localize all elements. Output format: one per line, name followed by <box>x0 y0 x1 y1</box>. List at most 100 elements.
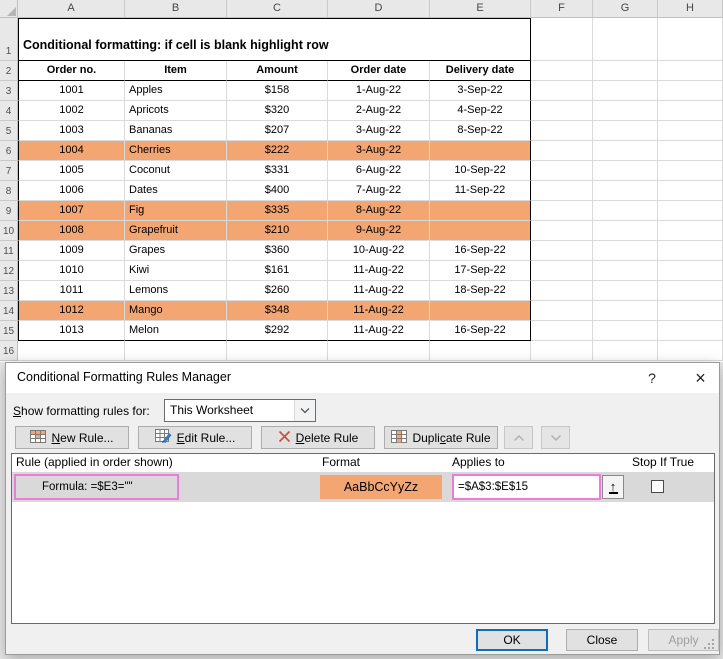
cell[interactable] <box>531 61 593 81</box>
table-cell[interactable]: 1003 <box>18 121 125 141</box>
cell[interactable] <box>593 81 658 101</box>
cell[interactable] <box>658 141 723 161</box>
column-header[interactable]: H <box>658 0 723 18</box>
table-cell[interactable]: 1006 <box>18 181 125 201</box>
column-header[interactable]: C <box>227 0 328 18</box>
table-cell[interactable]: 1005 <box>18 161 125 181</box>
table-cell[interactable]: $161 <box>227 261 328 281</box>
table-cell[interactable]: $158 <box>227 81 328 101</box>
table-cell[interactable]: Grapefruit <box>125 221 227 241</box>
table-cell[interactable]: $331 <box>227 161 328 181</box>
table-cell[interactable]: Fig <box>125 201 227 221</box>
table-cell[interactable] <box>430 301 531 321</box>
cell[interactable] <box>658 341 723 361</box>
new-rule-button[interactable]: New Rule... <box>15 426 129 449</box>
cell[interactable] <box>658 61 723 81</box>
cell[interactable] <box>593 181 658 201</box>
table-cell[interactable] <box>430 201 531 221</box>
chevron-down-icon[interactable] <box>294 400 315 421</box>
cell[interactable] <box>593 121 658 141</box>
table-header-cell[interactable]: Delivery date <box>430 61 531 81</box>
cell[interactable] <box>593 101 658 121</box>
cell[interactable] <box>593 301 658 321</box>
table-cell[interactable]: $222 <box>227 141 328 161</box>
cell[interactable] <box>593 161 658 181</box>
table-cell[interactable]: Dates <box>125 181 227 201</box>
close-button[interactable]: × <box>682 363 719 392</box>
table-cell[interactable]: 7-Aug-22 <box>328 181 430 201</box>
table-cell[interactable]: 1009 <box>18 241 125 261</box>
column-header[interactable]: E <box>430 0 531 18</box>
table-cell[interactable]: $260 <box>227 281 328 301</box>
column-header[interactable]: G <box>593 0 658 18</box>
column-header[interactable]: F <box>531 0 593 18</box>
cell[interactable] <box>531 18 593 61</box>
cell[interactable] <box>531 341 593 361</box>
table-cell[interactable]: 1010 <box>18 261 125 281</box>
edit-rule-button[interactable]: Edit Rule... <box>138 426 252 449</box>
cell[interactable] <box>593 201 658 221</box>
table-cell[interactable]: 16-Sep-22 <box>430 241 531 261</box>
row-header[interactable]: 10 <box>0 221 18 241</box>
row-header[interactable]: 9 <box>0 201 18 221</box>
table-cell[interactable]: 11-Sep-22 <box>430 181 531 201</box>
table-cell[interactable]: 10-Aug-22 <box>328 241 430 261</box>
cell[interactable] <box>593 321 658 341</box>
cell[interactable] <box>658 241 723 261</box>
ok-button[interactable]: OK <box>476 629 548 651</box>
table-cell[interactable]: 1-Aug-22 <box>328 81 430 101</box>
row-header[interactable]: 16 <box>0 341 18 361</box>
table-cell[interactable]: Mango <box>125 301 227 321</box>
table-cell[interactable]: 11-Aug-22 <box>328 261 430 281</box>
table-cell[interactable]: 1013 <box>18 321 125 341</box>
table-cell[interactable]: 6-Aug-22 <box>328 161 430 181</box>
table-header-cell[interactable]: Item <box>125 61 227 81</box>
row-header[interactable]: 6 <box>0 141 18 161</box>
cell[interactable] <box>531 301 593 321</box>
table-cell[interactable]: 8-Sep-22 <box>430 121 531 141</box>
cell[interactable] <box>658 261 723 281</box>
cell[interactable] <box>430 341 531 361</box>
table-cell[interactable]: 1001 <box>18 81 125 101</box>
row-header[interactable]: 1 <box>0 18 18 61</box>
table-cell[interactable]: $335 <box>227 201 328 221</box>
cell[interactable] <box>658 81 723 101</box>
table-cell[interactable]: Melon <box>125 321 227 341</box>
cell[interactable] <box>531 321 593 341</box>
table-cell[interactable]: 1008 <box>18 221 125 241</box>
delete-rule-button[interactable]: Delete Rule <box>261 426 375 449</box>
table-cell[interactable]: 1007 <box>18 201 125 221</box>
table-cell[interactable]: 16-Sep-22 <box>430 321 531 341</box>
column-header[interactable]: B <box>125 0 227 18</box>
table-cell[interactable]: 3-Aug-22 <box>328 141 430 161</box>
cell[interactable] <box>531 161 593 181</box>
cell[interactable] <box>593 281 658 301</box>
row-header[interactable]: 2 <box>0 61 18 81</box>
cell[interactable] <box>531 141 593 161</box>
cell[interactable] <box>531 81 593 101</box>
table-header-cell[interactable]: Order no. <box>18 61 125 81</box>
cell[interactable] <box>658 281 723 301</box>
cell[interactable] <box>531 281 593 301</box>
cell[interactable] <box>531 201 593 221</box>
table-cell[interactable]: $210 <box>227 221 328 241</box>
table-cell[interactable]: Apricots <box>125 101 227 121</box>
table-cell[interactable]: 3-Sep-22 <box>430 81 531 101</box>
cell[interactable] <box>658 221 723 241</box>
row-header[interactable]: 3 <box>0 81 18 101</box>
table-cell[interactable]: $348 <box>227 301 328 321</box>
title-cell[interactable]: Conditional formatting: if cell is blank… <box>18 18 531 61</box>
table-cell[interactable]: 9-Aug-22 <box>328 221 430 241</box>
stop-if-true-checkbox[interactable] <box>651 480 664 493</box>
scope-dropdown[interactable]: This Worksheet <box>164 399 316 422</box>
cell[interactable] <box>227 341 328 361</box>
table-cell[interactable]: $292 <box>227 321 328 341</box>
table-cell[interactable]: 11-Aug-22 <box>328 321 430 341</box>
cell[interactable] <box>531 241 593 261</box>
cell[interactable] <box>593 341 658 361</box>
cell[interactable] <box>658 321 723 341</box>
cell[interactable] <box>593 221 658 241</box>
row-header[interactable]: 5 <box>0 121 18 141</box>
table-cell[interactable]: 3-Aug-22 <box>328 121 430 141</box>
cell[interactable] <box>531 261 593 281</box>
